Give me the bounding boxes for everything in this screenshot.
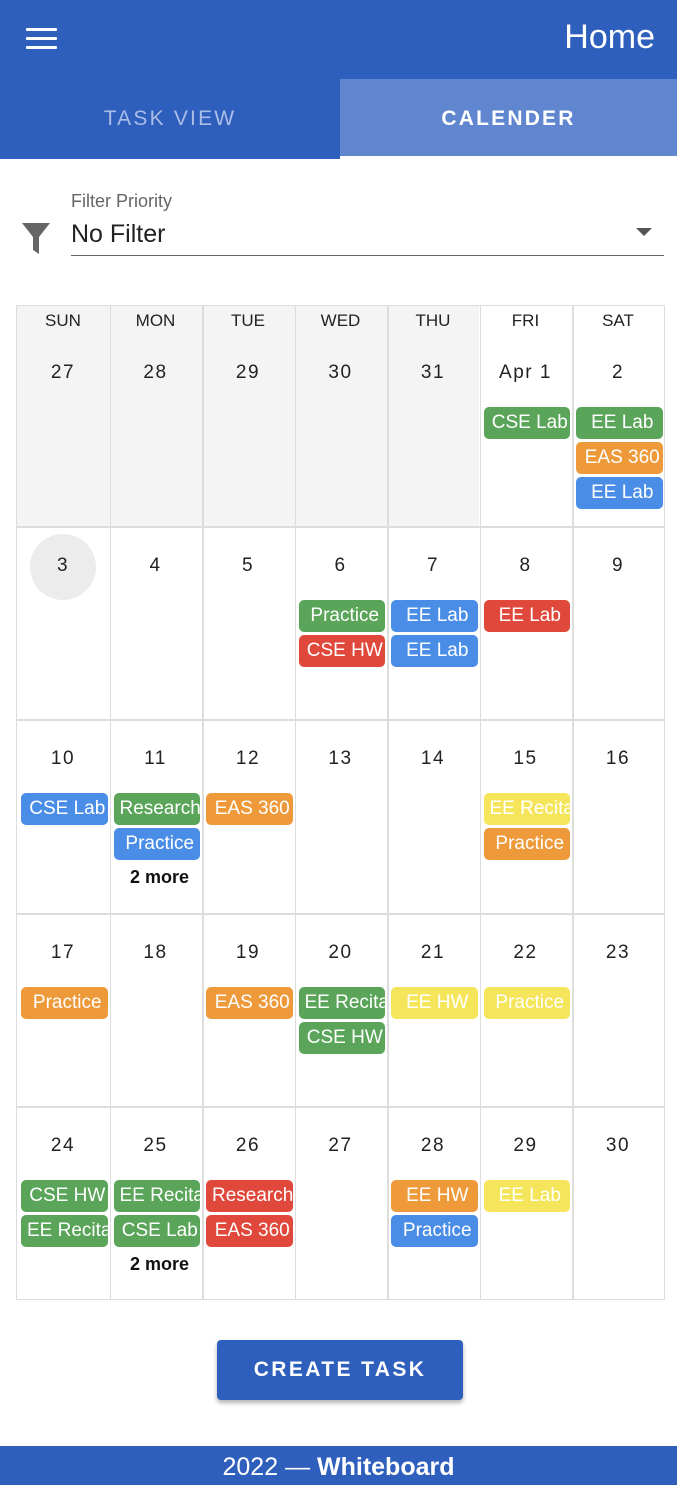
calendar-event[interactable]: EE Lab bbox=[391, 635, 478, 667]
day-number[interactable]: Apr 1 bbox=[480, 361, 572, 385]
tab-calender[interactable]: CALENDER bbox=[340, 79, 677, 159]
day-number[interactable]: 27 bbox=[17, 361, 109, 385]
calendar-event[interactable]: EE Lab bbox=[483, 600, 570, 632]
day-number[interactable]: 24 bbox=[17, 1134, 109, 1158]
day-number[interactable]: 23 bbox=[572, 941, 664, 965]
grid-row-line bbox=[17, 719, 664, 721]
day-number[interactable]: 6 bbox=[295, 554, 387, 578]
weekday-header: SUN bbox=[45, 311, 81, 330]
tab-bar: TASK VIEW CALENDER bbox=[0, 79, 677, 159]
filter-priority-select[interactable]: No Filter bbox=[71, 214, 664, 256]
calendar-event[interactable]: EAS 360 bbox=[206, 1215, 293, 1247]
page-title: Home bbox=[564, 18, 655, 56]
day-number[interactable]: 13 bbox=[295, 747, 387, 771]
grid-row-line bbox=[17, 526, 664, 528]
footer-year: 2022 bbox=[222, 1453, 279, 1481]
month-calendar: SUN MON TUE WED THU FRI SAT 27 28 29 30 31 Apr 1 CSE … bbox=[16, 305, 665, 1300]
calendar-event[interactable]: EE Lab bbox=[483, 1180, 570, 1212]
day-number[interactable]: 8 bbox=[480, 554, 572, 578]
calendar-event[interactable]: EAS 360 bbox=[576, 442, 663, 474]
more-events-link[interactable]: 2 more bbox=[114, 867, 206, 888]
weekday-header: TUE bbox=[231, 311, 265, 330]
create-task-button[interactable]: CREATE TASK bbox=[217, 1340, 463, 1400]
app-bar: Home bbox=[0, 0, 677, 79]
calendar-event[interactable]: Research bbox=[206, 1180, 293, 1212]
calendar-event[interactable]: CSE Lab bbox=[21, 793, 108, 825]
day-number[interactable]: 3 bbox=[17, 554, 109, 578]
day-number[interactable]: 28 bbox=[110, 361, 202, 385]
calendar-event[interactable]: EE Recitation bbox=[21, 1215, 108, 1247]
calendar-event[interactable]: Practice bbox=[113, 828, 200, 860]
calendar-event[interactable]: CSE Lab bbox=[483, 407, 570, 439]
day-number[interactable]: 21 bbox=[387, 941, 479, 965]
caret-down-icon bbox=[636, 228, 652, 236]
day-number[interactable]: 30 bbox=[295, 361, 387, 385]
calendar-event[interactable]: EE Recitation bbox=[298, 987, 385, 1019]
more-events-link[interactable]: 2 more bbox=[114, 1254, 206, 1275]
day-number[interactable]: 30 bbox=[572, 1134, 664, 1158]
day-number[interactable]: 12 bbox=[202, 747, 294, 771]
day-number[interactable]: 11 bbox=[110, 747, 202, 771]
day-number[interactable]: 22 bbox=[480, 941, 572, 965]
calendar-event[interactable]: CSE HW bbox=[298, 635, 385, 667]
day-number[interactable]: 27 bbox=[295, 1134, 387, 1158]
tab-task-view[interactable]: TASK VIEW bbox=[0, 79, 340, 159]
calendar-event[interactable]: CSE HW bbox=[21, 1180, 108, 1212]
footer-brand: Whiteboard bbox=[317, 1453, 455, 1481]
calendar-event[interactable]: EE HW bbox=[391, 987, 478, 1019]
day-number[interactable]: 9 bbox=[572, 554, 664, 578]
day-number[interactable]: 17 bbox=[17, 941, 109, 965]
day-number[interactable]: 20 bbox=[295, 941, 387, 965]
day-number[interactable]: 15 bbox=[480, 747, 572, 771]
day-number[interactable]: 29 bbox=[202, 361, 294, 385]
day-number[interactable]: 10 bbox=[17, 747, 109, 771]
filter-icon bbox=[22, 223, 50, 254]
weekday-header: FRI bbox=[511, 311, 540, 330]
day-number[interactable]: 31 bbox=[387, 361, 479, 385]
calendar-event[interactable]: Practice bbox=[483, 828, 570, 860]
calendar-event[interactable]: Research bbox=[113, 793, 200, 825]
day-number[interactable]: 19 bbox=[202, 941, 294, 965]
menu-icon[interactable] bbox=[22, 24, 62, 56]
day-number[interactable]: 14 bbox=[387, 747, 479, 771]
tab-calender-label: CALENDER bbox=[441, 107, 576, 130]
previous-month-shading bbox=[17, 306, 479, 526]
calendar-event[interactable]: EE Lab bbox=[576, 407, 663, 439]
calendar-event[interactable]: EE Recitation bbox=[483, 793, 570, 825]
calendar-event[interactable]: Practice bbox=[483, 987, 570, 1019]
calendar-event[interactable]: EE HW bbox=[391, 1180, 478, 1212]
weekday-header: SAT bbox=[602, 311, 634, 330]
weekday-header: THU bbox=[415, 311, 451, 330]
calendar-event[interactable]: EAS 360 bbox=[206, 987, 293, 1019]
filter-priority-label: Filter Priority bbox=[71, 191, 173, 211]
day-number[interactable]: 29 bbox=[480, 1134, 572, 1158]
grid-row-line bbox=[17, 913, 664, 915]
calendar-event[interactable]: CSE HW bbox=[298, 1022, 385, 1054]
calendar-event[interactable]: EAS 360 bbox=[206, 793, 293, 825]
footer: 2022 — Whiteboard bbox=[0, 1446, 677, 1485]
grid-row-line bbox=[17, 1106, 664, 1108]
weekday-header: WED bbox=[320, 311, 361, 330]
active-tab-indicator bbox=[340, 156, 677, 159]
day-number[interactable]: 25 bbox=[110, 1134, 202, 1158]
day-number[interactable]: 16 bbox=[572, 747, 664, 771]
day-number[interactable]: 28 bbox=[387, 1134, 479, 1158]
weekday-header: MON bbox=[135, 311, 176, 330]
calendar-event[interactable]: Practice bbox=[21, 987, 108, 1019]
footer-separator: — bbox=[285, 1453, 311, 1481]
calendar-event[interactable]: EE Lab bbox=[391, 600, 478, 632]
day-number[interactable]: 7 bbox=[387, 554, 479, 578]
day-number[interactable]: 26 bbox=[202, 1134, 294, 1158]
calendar-event[interactable]: EE Recitation bbox=[113, 1180, 200, 1212]
calendar-event[interactable]: Practice bbox=[298, 600, 385, 632]
calendar-event[interactable]: CSE Lab bbox=[113, 1215, 200, 1247]
day-number[interactable]: 5 bbox=[202, 554, 294, 578]
day-number[interactable]: 18 bbox=[110, 941, 202, 965]
day-number[interactable]: 2 bbox=[572, 361, 664, 385]
day-number[interactable]: 4 bbox=[110, 554, 202, 578]
calendar-event[interactable]: Practice bbox=[391, 1215, 478, 1247]
calendar-event[interactable]: EE Lab bbox=[576, 477, 663, 509]
filter-value: No Filter bbox=[71, 220, 166, 248]
